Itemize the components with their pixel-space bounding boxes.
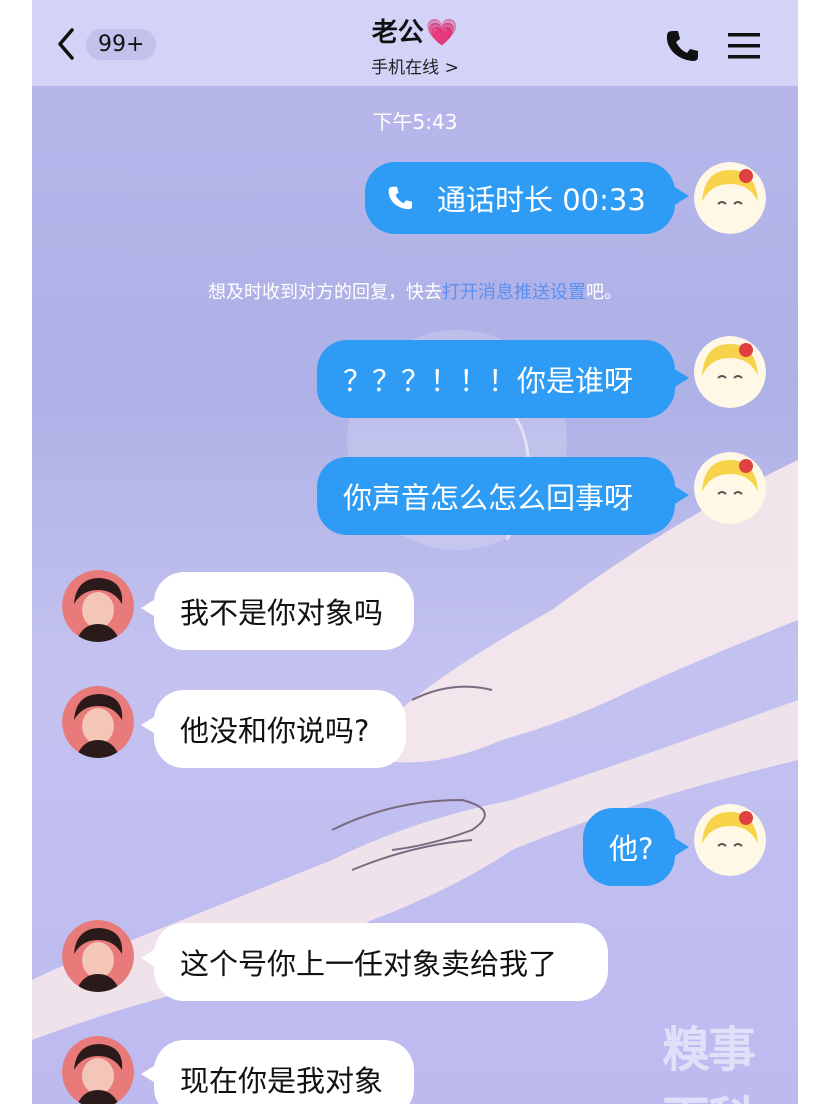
heart-icon: 💗 [425,18,459,48]
chat-screen: 99+ 老公💗 手机在线 > 下午5:43 通话时长 00:33 想及时收到对方… [32,0,798,1104]
bubble-tail [673,837,689,857]
bubble-tail [673,368,689,388]
contact-avatar[interactable] [62,686,134,758]
contact-name: 老公 [371,18,424,48]
call-record-bubble[interactable]: 通话时长 00:33 [365,162,675,234]
call-duration-text: 通话时长 00:33 [437,183,646,217]
my-message-bubble[interactable]: 你声音怎么怎么回事呀 [317,457,675,535]
contact-avatar[interactable] [62,1036,134,1104]
push-settings-link[interactable]: 打开消息推送设置 [442,282,586,303]
my-avatar[interactable] [694,162,766,234]
contact-message-bubble[interactable]: 现在你是我对象 [154,1040,414,1104]
phone-icon [388,186,412,210]
message-timestamp: 下午5:43 [372,110,458,134]
menu-button[interactable] [722,24,766,68]
my-message-bubble[interactable]: ？？？！！！你是谁呀 [317,340,675,418]
contact-message-bubble[interactable]: 他没和你说吗? [154,690,406,768]
bubble-tail [673,186,689,206]
contact-avatar[interactable] [62,570,134,642]
phone-call-button[interactable] [662,26,702,66]
my-avatar[interactable] [694,336,766,408]
bubble-tail [673,485,689,505]
contact-avatar[interactable] [62,920,134,992]
chat-header: 99+ 老公💗 手机在线 > [32,0,798,86]
push-notice: 想及时收到对方的回复，快去打开消息推送设置吧。 [208,282,622,303]
phone-icon [666,31,698,61]
my-message-bubble[interactable]: 他? [583,808,675,886]
contact-message-bubble[interactable]: 我不是你对象吗 [154,572,414,650]
watermark: 糗事百科 [662,1022,756,1104]
hamburger-menu-icon [728,33,760,59]
my-avatar[interactable] [694,452,766,524]
contact-message-bubble[interactable]: 这个号你上一任对象卖给我了 [154,923,608,1001]
my-avatar[interactable] [694,804,766,876]
